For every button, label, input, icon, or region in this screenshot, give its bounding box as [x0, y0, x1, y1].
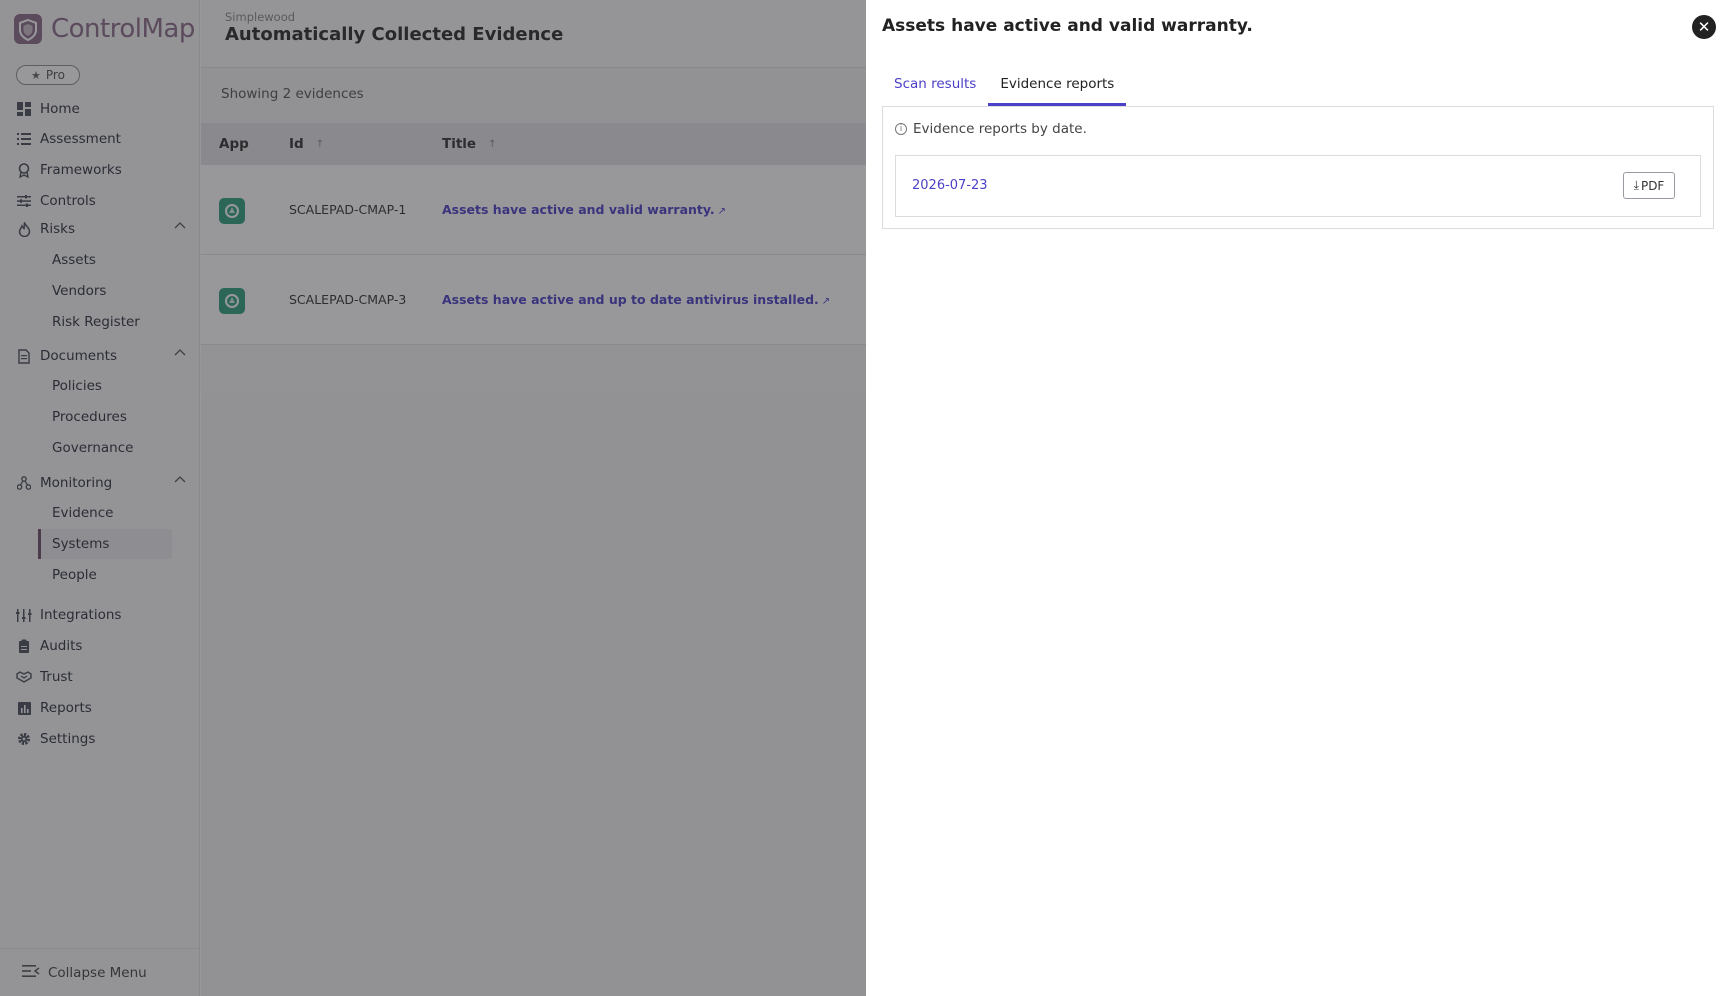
report-card: 2026-07-23 ⤓ PDF	[895, 155, 1701, 217]
evidence-reports-panel: i Evidence reports by date. 2026-07-23 ⤓…	[882, 106, 1714, 229]
download-pdf-button[interactable]: ⤓ PDF	[1623, 172, 1675, 199]
close-icon: ✕	[1697, 18, 1711, 36]
tab-scan-results[interactable]: Scan results	[882, 72, 988, 106]
evidence-drawer: Assets have active and valid warranty. ✕…	[866, 0, 1728, 996]
tab-evidence-reports[interactable]: Evidence reports	[988, 72, 1127, 106]
download-icon: ⤓	[1633, 178, 1639, 192]
report-date-link[interactable]: 2026-07-23	[912, 178, 988, 193]
panel-info: i Evidence reports by date.	[895, 121, 1087, 137]
info-icon: i	[895, 123, 907, 135]
modal-backdrop[interactable]	[0, 0, 866, 996]
drawer-title: Assets have active and valid warranty.	[882, 16, 1253, 36]
drawer-tabs: Scan results Evidence reports	[882, 72, 1127, 106]
panel-info-text: Evidence reports by date.	[913, 121, 1087, 137]
pdf-label: PDF	[1640, 178, 1665, 193]
close-button[interactable]: ✕	[1692, 15, 1716, 39]
